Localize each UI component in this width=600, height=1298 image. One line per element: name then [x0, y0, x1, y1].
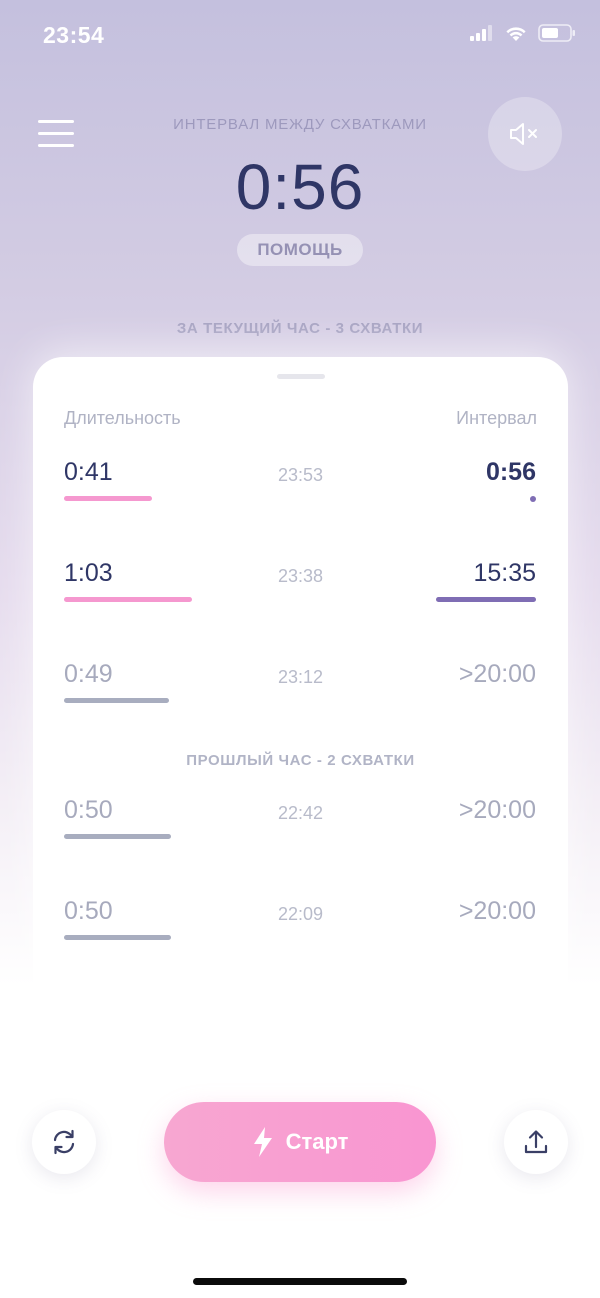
contraction-interval: >20:00 — [458, 660, 536, 688]
interval-label: ИНТЕРВАЛ МЕЖДУ СХВАТКАМИ — [173, 116, 427, 133]
battery-icon — [538, 24, 575, 42]
contraction-row[interactable]: 0:50 22:42 >20:00 — [33, 796, 568, 856]
current-hour-summary: ЗА ТЕКУЩИЙ ЧАС - 3 СХВАТКИ — [176, 320, 424, 337]
home-indicator — [193, 1278, 407, 1285]
lightning-icon — [253, 1127, 272, 1157]
duration-bar — [64, 496, 152, 501]
interval-bar — [530, 496, 536, 502]
contraction-interval: >20:00 — [458, 897, 536, 925]
duration-bar — [64, 834, 171, 839]
reset-button[interactable] — [32, 1110, 96, 1174]
contraction-row[interactable]: 0:49 23:12 >20:00 — [33, 660, 568, 720]
interval-bar — [436, 597, 536, 602]
status-time: 23:54 — [43, 22, 105, 48]
status-icons — [470, 24, 576, 42]
contraction-row[interactable]: 1:03 23:38 15:35 — [33, 559, 568, 619]
share-button[interactable] — [504, 1110, 568, 1174]
contraction-interval: 15:35 — [473, 559, 536, 587]
status-bar: 23:54 — [0, 0, 600, 70]
duration-bar — [64, 597, 192, 602]
duration-bar — [64, 698, 169, 703]
contractions-card: Длительность Интервал 0:41 23:53 0:56 1:… — [33, 357, 568, 997]
start-button[interactable]: Старт — [164, 1102, 436, 1182]
interval-column-header: Интервал — [456, 408, 537, 428]
contraction-row[interactable]: 0:50 22:09 >20:00 — [33, 897, 568, 957]
start-label: Старт — [285, 1129, 349, 1154]
contraction-interval: 0:56 — [485, 458, 536, 486]
previous-hour-summary: ПРОШЛЫЙ ЧАС - 2 СХВАТКИ — [186, 752, 415, 769]
share-icon — [524, 1130, 548, 1154]
duration-column-header: Длительность — [64, 408, 181, 428]
wifi-icon — [506, 26, 526, 41]
duration-bar — [64, 935, 171, 940]
interval-value: 0:56 — [235, 151, 365, 223]
drag-handle[interactable] — [277, 374, 325, 379]
refresh-icon — [53, 1129, 75, 1155]
help-button[interactable]: ПОМОЩЬ — [237, 234, 363, 266]
contraction-interval: >20:00 — [458, 796, 536, 824]
contraction-row[interactable]: 0:41 23:53 0:56 — [33, 458, 568, 518]
signal-icon — [470, 25, 492, 41]
